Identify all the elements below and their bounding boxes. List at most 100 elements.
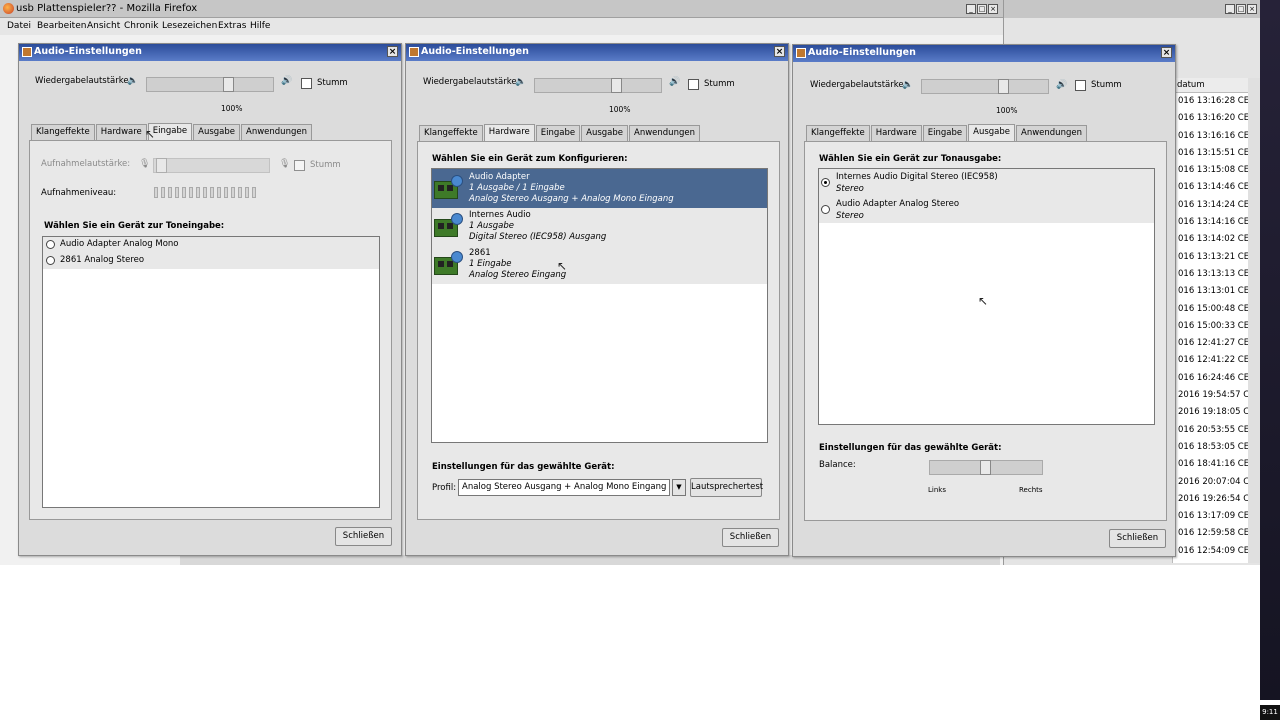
scrollbar[interactable] <box>1248 78 1260 563</box>
volume-slider-thumb[interactable] <box>998 79 1009 94</box>
tab-anwendungen[interactable]: Anwendungen <box>241 124 312 140</box>
tab-ausgabe[interactable]: Ausgabe <box>581 125 629 141</box>
date-row[interactable]: 016 15:00:48 CET <box>1173 301 1260 318</box>
list-item[interactable]: Internes Audio 1 Ausgabe Digital Stereo … <box>432 208 767 246</box>
date-column-header[interactable]: datum▲ <box>1173 78 1260 93</box>
close-button[interactable]: Schließen <box>722 528 779 547</box>
menu-hilfe[interactable]: Hilfe <box>250 21 270 31</box>
radio-button[interactable] <box>46 240 55 249</box>
balance-left-label: Links <box>928 486 946 494</box>
menu-ansicht[interactable]: Ansicht <box>87 21 120 31</box>
date-row[interactable]: 016 18:53:05 CET <box>1173 439 1260 456</box>
rec-volume-thumb[interactable] <box>156 158 167 173</box>
rec-mute-checkbox[interactable] <box>294 160 305 171</box>
tab-hardware[interactable]: Hardware <box>483 124 535 141</box>
date-row[interactable]: 016 13:15:08 CET <box>1173 162 1260 179</box>
date-row[interactable]: 016 13:14:24 CET <box>1173 197 1260 214</box>
firefox-titlebar: usb Plattenspieler?? - Mozilla Firefox _… <box>0 0 1003 18</box>
volume-slider[interactable] <box>921 79 1049 94</box>
hardware-settings-heading: Einstellungen für das gewählte Gerät: <box>432 462 615 472</box>
date-row[interactable]: 016 12:59:58 CET <box>1173 525 1260 542</box>
tab-ausgabe[interactable]: Ausgabe <box>968 124 1016 141</box>
volume-slider[interactable] <box>534 78 662 93</box>
volume-slider[interactable] <box>146 77 274 92</box>
date-row[interactable]: 016 13:14:46 CET <box>1173 179 1260 196</box>
date-row[interactable]: 2016 20:07:04 CET <box>1173 474 1260 491</box>
tab-anwendungen[interactable]: Anwendungen <box>1016 125 1087 141</box>
date-row[interactable]: 016 13:13:21 CET <box>1173 249 1260 266</box>
close-icon[interactable]: × <box>1247 4 1257 14</box>
speaker-test-button[interactable]: Lautsprechertest <box>690 478 763 497</box>
list-item[interactable]: 2861 Analog Stereo <box>43 253 379 269</box>
date-row[interactable]: 016 13:16:20 CET <box>1173 110 1260 127</box>
tab-klangeffekte[interactable]: Klangeffekte <box>806 125 870 141</box>
date-row[interactable]: 016 15:00:33 CET <box>1173 318 1260 335</box>
balance-slider-thumb[interactable] <box>980 460 991 475</box>
date-row[interactable]: 016 13:14:16 CET <box>1173 214 1260 231</box>
list-item[interactable]: Audio Adapter Analog Mono <box>43 237 379 253</box>
profile-select[interactable]: Analog Stereo Ausgang + Analog Mono Eing… <box>458 479 670 496</box>
date-row[interactable]: 016 12:54:09 CET <box>1173 543 1260 560</box>
mute-checkbox[interactable] <box>1075 80 1086 91</box>
tab-ausgabe[interactable]: Ausgabe <box>193 124 241 140</box>
maximize-icon[interactable]: □ <box>1236 4 1246 14</box>
list-item[interactable]: Audio Adapter Analog Stereo Stereo <box>819 196 1154 223</box>
date-row[interactable]: 2016 19:18:05 CET <box>1173 404 1260 421</box>
date-row[interactable]: 016 18:41:16 CET <box>1173 456 1260 473</box>
date-row[interactable]: 016 13:13:01 CET <box>1173 283 1260 300</box>
volume-label: Wiedergabelautstärke: <box>423 77 520 87</box>
mute-checkbox[interactable] <box>688 79 699 90</box>
close-button[interactable]: Schließen <box>1109 529 1166 548</box>
date-row[interactable]: 016 13:16:16 CET <box>1173 128 1260 145</box>
date-row[interactable]: 016 16:24:46 CET <box>1173 370 1260 387</box>
firefox-window-buttons[interactable]: _ □ × <box>966 4 998 14</box>
tab-hardware[interactable]: Hardware <box>870 125 922 141</box>
mute-checkbox[interactable] <box>301 78 312 89</box>
minimize-icon[interactable]: _ <box>966 4 976 14</box>
radio-button[interactable] <box>821 205 830 214</box>
tab-klangeffekte[interactable]: Klangeffekte <box>31 124 95 140</box>
menu-bearbeiten[interactable]: Bearbeiten <box>37 21 86 31</box>
close-button[interactable]: Schließen <box>335 527 392 546</box>
tab-eingabe[interactable]: Eingabe <box>535 125 581 141</box>
date-row[interactable]: 016 13:14:02 CET <box>1173 231 1260 248</box>
radio-button[interactable] <box>46 256 55 265</box>
minimize-icon[interactable]: _ <box>1225 4 1235 14</box>
date-row[interactable]: 016 13:13:13 CET <box>1173 266 1260 283</box>
menu-datei[interactable]: Datei <box>7 21 31 31</box>
date-row[interactable]: 016 13:17:09 CET <box>1173 508 1260 525</box>
tab-klangeffekte[interactable]: Klangeffekte <box>419 125 483 141</box>
close-icon[interactable]: × <box>774 46 785 57</box>
maximize-icon[interactable]: □ <box>977 4 987 14</box>
tab-anwendungen[interactable]: Anwendungen <box>629 125 700 141</box>
date-row[interactable]: 016 13:15:51 CET <box>1173 145 1260 162</box>
list-item[interactable]: Audio Adapter 1 Ausgabe / 1 Eingabe Anal… <box>432 169 767 208</box>
menu-chronik[interactable]: Chronik <box>124 21 158 31</box>
volume-slider-thumb[interactable] <box>223 77 234 92</box>
background-window-buttons[interactable]: _ □ × <box>1225 4 1257 14</box>
menu-extras[interactable]: Extras <box>218 21 246 31</box>
speaker-high-icon: 🔊 <box>281 76 293 86</box>
close-icon[interactable]: × <box>387 46 398 57</box>
date-row[interactable]: 016 13:16:28 CET <box>1173 93 1260 110</box>
date-row[interactable]: 016 12:41:27 CET <box>1173 335 1260 352</box>
date-row[interactable]: 2016 19:54:57 CET <box>1173 387 1260 404</box>
radio-button[interactable] <box>821 178 830 187</box>
hardware-device-heading: Wählen Sie ein Gerät zum Konfigurieren: <box>432 154 628 164</box>
menu-lesezeichen[interactable]: Lesezeichen <box>162 21 217 31</box>
rec-volume-slider[interactable] <box>153 158 270 173</box>
chevron-down-icon[interactable]: ▼ <box>672 479 686 496</box>
tab-eingabe[interactable]: Eingabe <box>922 125 968 141</box>
audio-dialog-hardware: Audio-Einstellungen × Wiedergabelautstärk… <box>405 43 789 556</box>
tab-hardware[interactable]: Hardware <box>95 124 147 140</box>
date-row[interactable]: 016 12:41:22 CET <box>1173 352 1260 369</box>
date-row[interactable]: 2016 19:26:54 CET <box>1173 491 1260 508</box>
date-row[interactable]: 016 20:53:55 CET <box>1173 422 1260 439</box>
volume-slider-thumb[interactable] <box>611 78 622 93</box>
close-icon[interactable]: × <box>1161 47 1172 58</box>
list-item[interactable]: 2861 1 Eingabe Analog Stereo Eingang <box>432 246 767 284</box>
balance-slider[interactable] <box>929 460 1043 475</box>
list-item[interactable]: Internes Audio Digital Stereo (IEC958) S… <box>819 169 1154 196</box>
close-icon[interactable]: × <box>988 4 998 14</box>
output-panel: Wählen Sie ein Gerät zur Tonausgabe: Int… <box>804 141 1167 521</box>
